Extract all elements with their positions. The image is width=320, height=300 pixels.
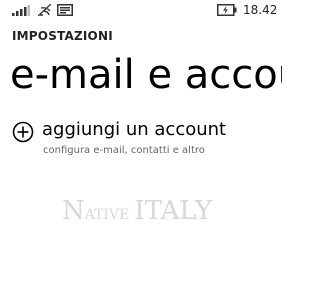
- add-account-description: configura e-mail, contatti e altro: [43, 145, 205, 156]
- message-icon: [57, 4, 73, 16]
- plus-circle-icon: [12, 121, 34, 143]
- signal-icon: [12, 5, 30, 16]
- settings-section-title: IMPOSTAZIONI: [12, 29, 113, 43]
- add-account-button[interactable]: aggiungi un account configura e-mail, co…: [0, 116, 282, 164]
- add-account-label: aggiungi un account: [42, 119, 227, 140]
- page-title: e-mail e account: [10, 52, 282, 98]
- watermark-logo: NATIVE ITALY: [62, 196, 213, 226]
- status-time: 18.42: [243, 3, 278, 17]
- wifi-icon: [38, 4, 51, 16]
- status-bar: 18.42: [0, 0, 282, 22]
- battery-charging-icon: [217, 4, 237, 16]
